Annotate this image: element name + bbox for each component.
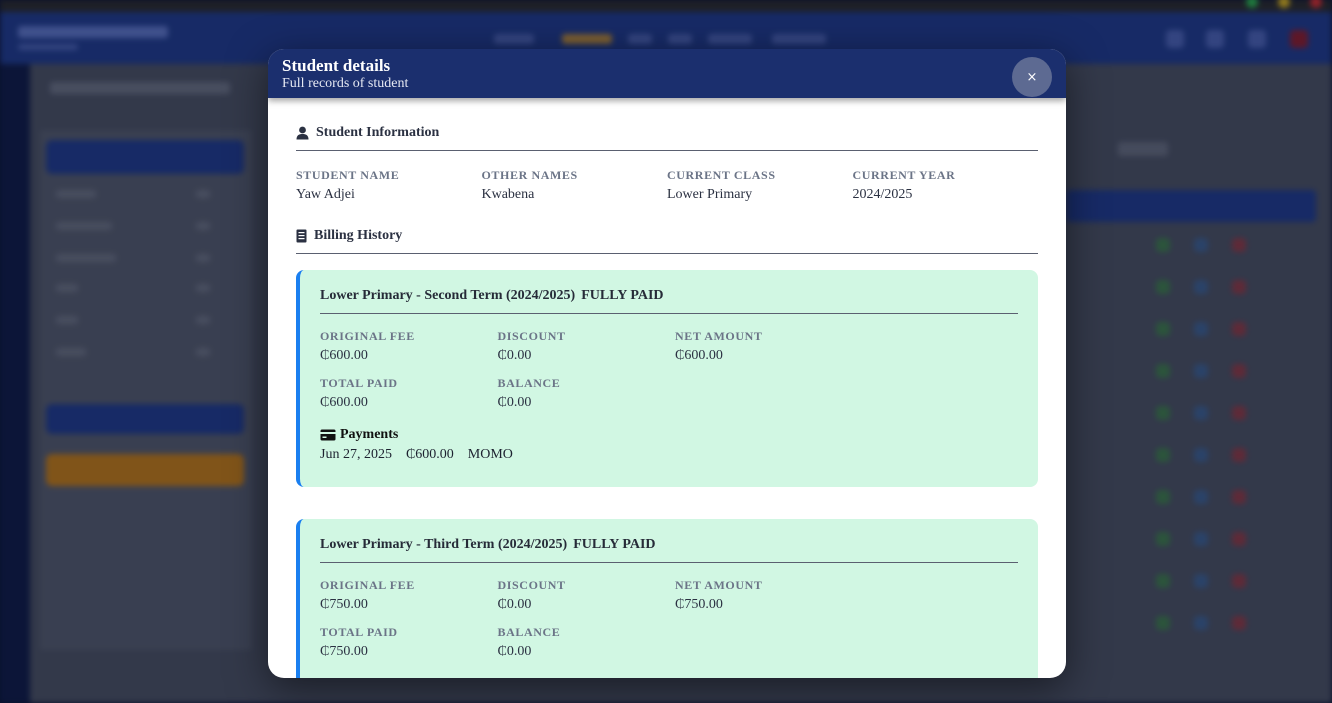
bill-field-net-amount: NET AMOUNT ₵750.00 <box>675 578 853 613</box>
bill-field-total-paid: TOTAL PAID ₵600.00 <box>320 376 498 411</box>
info-field-current-year: CURRENT YEAR 2024/2025 <box>853 168 1039 203</box>
info-value: Kwabena <box>481 187 535 202</box>
student-info-grid: STUDENT NAME Yaw Adjei OTHER NAMES Kwabe… <box>296 168 1038 203</box>
bill-field-balance: BALANCE ₵0.00 <box>498 376 676 411</box>
receipt-icon <box>296 229 307 243</box>
bill-value: ₵600.00 <box>320 395 368 410</box>
close-button[interactable]: × <box>1012 57 1052 97</box>
billing-record-title: Lower Primary - Second Term (2024/2025) F… <box>320 288 1018 314</box>
billing-record-card: Lower Primary - Third Term (2024/2025) FU… <box>296 519 1038 678</box>
student-details-modal: Student details Full records of student … <box>268 49 1066 678</box>
credit-card-icon <box>320 429 336 441</box>
bill-value: ₵0.00 <box>497 644 532 659</box>
modal-body[interactable]: Student Information STUDENT NAME Yaw Adj… <box>268 98 1066 678</box>
payment-method: MOMO <box>467 447 513 462</box>
info-field-current-class: CURRENT CLASS Lower Primary <box>667 168 853 203</box>
info-value: Yaw Adjei <box>296 187 355 202</box>
bill-label: ORIGINAL FEE <box>320 578 415 592</box>
bill-label: TOTAL PAID <box>320 625 398 639</box>
modal-subtitle: Full records of student <box>282 76 409 91</box>
bill-field-net-amount: NET AMOUNT ₵600.00 <box>675 329 853 364</box>
status-badge: FULLY PAID <box>573 537 656 552</box>
billing-term-label: Lower Primary - Second Term (2024/2025) <box>320 288 576 303</box>
bill-label: TOTAL PAID <box>320 376 398 390</box>
payments-heading: Payments <box>320 427 1018 443</box>
bill-field-discount: DISCOUNT ₵0.00 <box>498 329 676 364</box>
bill-value: ₵600.00 <box>675 348 723 363</box>
payment-date: Jun 27, 2025 <box>320 447 392 462</box>
modal-header: Student details Full records of student … <box>268 49 1066 98</box>
info-field-other-names: OTHER NAMES Kwabena <box>482 168 668 203</box>
bill-label: DISCOUNT <box>497 578 566 592</box>
bill-label: NET AMOUNT <box>675 329 763 343</box>
bill-value: ₵750.00 <box>320 644 368 659</box>
billing-history-heading: Billing History <box>296 228 1038 254</box>
person-icon <box>296 126 309 140</box>
bill-value: ₵600.00 <box>320 348 368 363</box>
bill-label: BALANCE <box>497 376 561 390</box>
status-badge: FULLY PAID <box>581 288 664 303</box>
info-label: STUDENT NAME <box>296 168 400 182</box>
bill-label: BALANCE <box>497 625 561 639</box>
billing-term-label: Lower Primary - Third Term (2024/2025) <box>320 537 568 552</box>
bill-label: ORIGINAL FEE <box>320 329 415 343</box>
info-label: CURRENT CLASS <box>667 168 776 182</box>
billing-record-grid: ORIGINAL FEE ₵750.00 DISCOUNT ₵0.00 NET … <box>320 578 1018 672</box>
payments-heading-label: Payments <box>340 427 399 442</box>
billing-record-title: Lower Primary - Third Term (2024/2025) FU… <box>320 537 1018 563</box>
bill-field-original-fee: ORIGINAL FEE ₵600.00 <box>320 329 498 364</box>
student-info-heading: Student Information <box>296 125 1038 151</box>
payment-amount: ₵600.00 <box>405 447 454 462</box>
bill-field-total-paid: TOTAL PAID ₵750.00 <box>320 625 498 660</box>
student-info-heading-label: Student Information <box>316 125 440 140</box>
bill-field-original-fee: ORIGINAL FEE ₵750.00 <box>320 578 498 613</box>
close-icon: × <box>1026 69 1038 85</box>
bill-value: ₵750.00 <box>320 597 368 612</box>
info-value: 2024/2025 <box>852 187 913 202</box>
bill-value: ₵0.00 <box>497 597 532 612</box>
bill-value: ₵0.00 <box>497 348 532 363</box>
info-label: CURRENT YEAR <box>852 168 956 182</box>
info-value: Lower Primary <box>667 187 753 202</box>
bill-field-balance: BALANCE ₵0.00 <box>498 625 676 660</box>
bill-value: ₵750.00 <box>675 597 723 612</box>
bill-value: ₵0.00 <box>497 395 532 410</box>
billing-history-heading-label: Billing History <box>314 228 403 243</box>
payment-row: Jun 27, 2025 ₵600.00 MOMO <box>320 447 1018 463</box>
bill-label: NET AMOUNT <box>675 578 763 592</box>
bill-label: DISCOUNT <box>497 329 566 343</box>
billing-record-grid: ORIGINAL FEE ₵600.00 DISCOUNT ₵0.00 NET … <box>320 329 1018 423</box>
info-label: OTHER NAMES <box>481 168 578 182</box>
modal-title: Student details <box>282 56 391 75</box>
info-field-student-name: STUDENT NAME Yaw Adjei <box>296 168 482 203</box>
billing-record-card: Lower Primary - Second Term (2024/2025) F… <box>296 270 1038 487</box>
bill-field-discount: DISCOUNT ₵0.00 <box>498 578 676 613</box>
